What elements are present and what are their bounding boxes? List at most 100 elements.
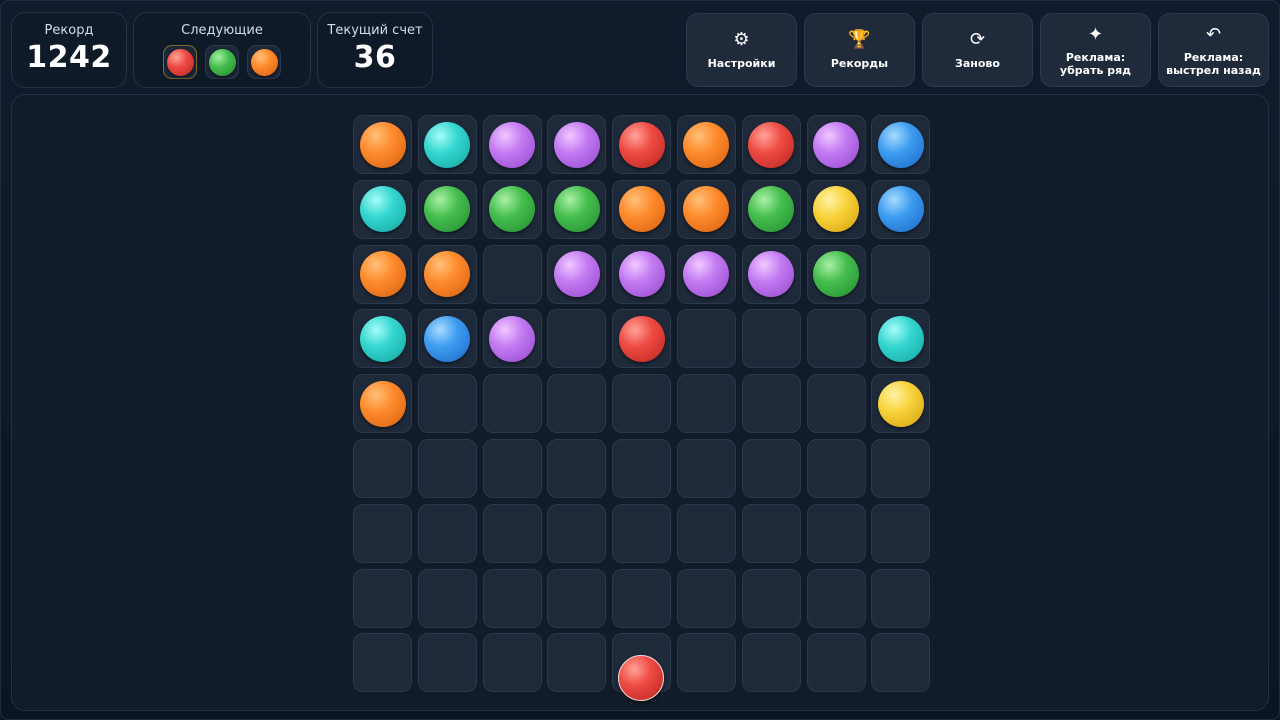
ball-purple (489, 315, 536, 362)
grid-cell[interactable] (612, 115, 672, 174)
records-button[interactable]: 🏆 Рекорды (804, 13, 915, 87)
grid-cell[interactable] (741, 503, 801, 563)
grid-cell[interactable] (871, 633, 931, 693)
grid-cell[interactable] (676, 503, 736, 563)
grid-cell[interactable] (482, 438, 542, 498)
grid-cell[interactable] (417, 244, 477, 304)
ball-yellow (813, 186, 860, 233)
record-value: 1242 (26, 40, 112, 75)
grid-cell[interactable] (417, 309, 477, 369)
grid-cell[interactable] (547, 309, 607, 369)
grid-cell[interactable] (353, 115, 412, 174)
grid-cell[interactable] (806, 309, 866, 369)
grid-cell[interactable] (806, 438, 866, 498)
grid-cell[interactable] (676, 309, 736, 369)
grid-cell[interactable] (806, 374, 866, 434)
ball-orange (618, 186, 665, 233)
grid-cell[interactable] (547, 438, 607, 498)
grid-cell[interactable] (547, 633, 607, 693)
grid-cell[interactable] (612, 438, 672, 498)
grid-cell[interactable] (741, 244, 801, 304)
grid-cell[interactable] (417, 115, 477, 174)
grid-cell[interactable] (353, 244, 412, 304)
grid-cell[interactable] (417, 179, 477, 239)
grid-cell[interactable] (482, 179, 542, 239)
grid-cell[interactable] (806, 503, 866, 563)
grid-cell[interactable] (547, 244, 607, 304)
grid-cell[interactable] (741, 374, 801, 434)
grid-cell[interactable] (871, 438, 931, 498)
grid-cell[interactable] (806, 633, 866, 693)
score-label: Текущий счет (327, 23, 423, 38)
restart-button[interactable]: ⟳ Заново (922, 13, 1033, 87)
grid-cell[interactable] (482, 115, 542, 174)
grid-cell[interactable] (871, 374, 931, 434)
grid-cell[interactable] (741, 633, 801, 693)
grid-cell[interactable] (547, 179, 607, 239)
ball-red (618, 315, 665, 362)
grid-cell[interactable] (871, 179, 931, 239)
grid-cell[interactable] (353, 309, 412, 369)
grid-cell[interactable] (871, 568, 931, 628)
grid-cell[interactable] (612, 244, 672, 304)
grid-cell[interactable] (871, 115, 931, 174)
grid-cell[interactable] (676, 633, 736, 693)
grid-cell[interactable] (806, 244, 866, 304)
grid-cell[interactable] (353, 568, 412, 628)
gear-icon: ⚙ (733, 29, 750, 50)
grid-cell[interactable] (353, 503, 412, 563)
next-balls-list (134, 45, 310, 79)
grid-cell[interactable] (676, 244, 736, 304)
ad-remove-row-button[interactable]: ✦ Реклама: убрать ряд (1040, 13, 1151, 87)
grid-cell[interactable] (353, 374, 412, 434)
settings-button[interactable]: ⚙ Настройки (686, 13, 797, 87)
grid-cell[interactable] (417, 633, 477, 693)
grid-cell[interactable] (612, 374, 672, 434)
ad-undo-shot-button[interactable]: ↶ Реклама: выстрел назад (1158, 13, 1269, 87)
grid-cell[interactable] (417, 503, 477, 563)
grid-cell[interactable] (417, 568, 477, 628)
grid-cell[interactable] (353, 179, 412, 239)
grid-cell[interactable] (612, 179, 672, 239)
grid-cell[interactable] (871, 244, 931, 304)
grid-cell[interactable] (676, 374, 736, 434)
ball-cyan (359, 186, 406, 233)
grid-cell[interactable] (353, 633, 412, 693)
grid-cell[interactable] (547, 503, 607, 563)
grid-cell[interactable] (482, 503, 542, 563)
grid-cell[interactable] (482, 568, 542, 628)
ball-cyan (877, 315, 924, 362)
grid-cell[interactable] (612, 568, 672, 628)
grid-cell[interactable] (676, 438, 736, 498)
grid-cell[interactable] (353, 438, 412, 498)
grid-cell[interactable] (612, 309, 672, 369)
grid-cell[interactable] (806, 115, 866, 174)
grid-cell[interactable] (806, 179, 866, 239)
trophy-icon: 🏆 (848, 29, 871, 50)
grid-cell[interactable] (741, 568, 801, 628)
grid-cell[interactable] (741, 179, 801, 239)
grid-cell[interactable] (482, 633, 542, 693)
grid-cell[interactable] (676, 568, 736, 628)
grid-cell[interactable] (482, 244, 542, 304)
grid-cell[interactable] (806, 568, 866, 628)
grid-cell[interactable] (871, 309, 931, 369)
shooter-ball[interactable] (618, 655, 664, 701)
grid-cell[interactable] (482, 374, 542, 434)
grid-cell[interactable] (676, 179, 736, 239)
ball-cyan (359, 315, 406, 362)
grid-cell[interactable] (741, 309, 801, 369)
grid-cell[interactable] (871, 503, 931, 563)
grid-cell[interactable] (741, 438, 801, 498)
grid-cell[interactable] (676, 115, 736, 174)
grid-cell[interactable] (417, 374, 477, 434)
grid-cell[interactable] (741, 115, 801, 174)
grid-cell[interactable] (417, 438, 477, 498)
next-ball-slot (247, 45, 281, 79)
grid-cell[interactable] (547, 374, 607, 434)
ball-orange (359, 251, 406, 298)
grid-cell[interactable] (482, 309, 542, 369)
grid-cell[interactable] (547, 115, 607, 174)
grid-cell[interactable] (547, 568, 607, 628)
grid-cell[interactable] (612, 503, 672, 563)
